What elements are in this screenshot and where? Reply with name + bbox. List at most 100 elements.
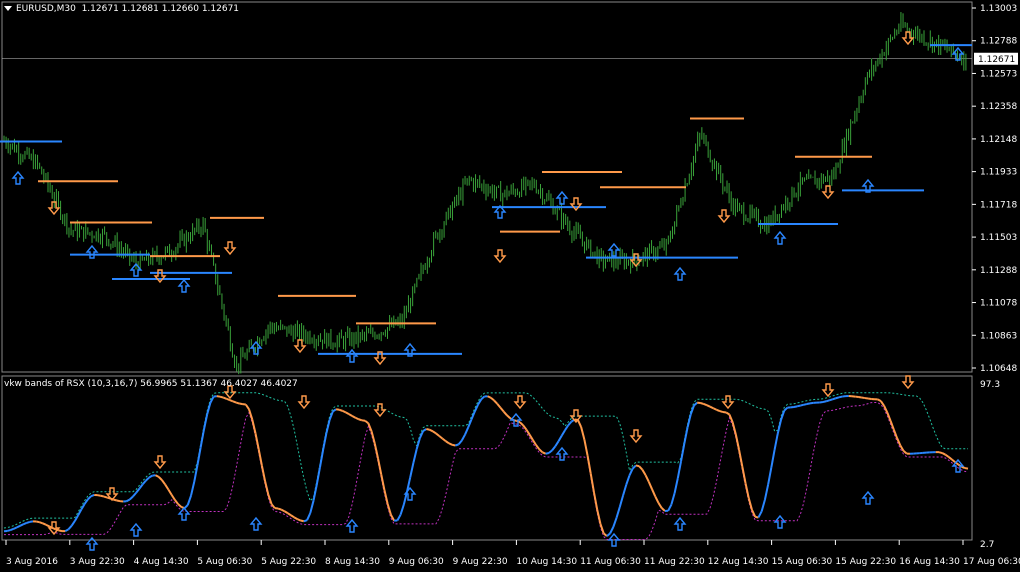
rsx-segment [415, 437, 421, 450]
rsx-segment [493, 399, 499, 405]
up-arrow-icon [673, 266, 687, 281]
rsx-segment [36, 520, 40, 524]
time-tick-label: 11 Aug 06:30 [580, 557, 641, 567]
price-tick-label: 1.12358 [980, 102, 1017, 112]
rsx-segment [338, 408, 343, 412]
time-tick-label: 3 Aug 22:30 [70, 557, 125, 567]
dropdown-triangle-icon[interactable] [4, 6, 12, 11]
rsx-segment [183, 504, 189, 509]
rsx-segment [496, 403, 502, 409]
rsx-segment [170, 494, 176, 501]
indicator-up-arrow-icon [555, 446, 569, 461]
rsx-segment [386, 503, 392, 515]
indicator-down-arrow-icon [721, 395, 735, 410]
rsx-segment [277, 507, 282, 511]
indicator-up-arrow-icon [673, 516, 687, 531]
time-tick-label: 9 Aug 22:30 [453, 557, 508, 567]
rsx-segment [961, 465, 966, 469]
rsx-segment [631, 464, 637, 470]
rsx-segment [158, 476, 163, 481]
rsx-segment [445, 440, 450, 445]
rsx-segment [22, 521, 27, 526]
indicator-readout: vkw bands of RSX (10,3,16,7) 56.9965 51.… [4, 379, 298, 389]
rsx-segment [226, 397, 231, 401]
rsx-segment [657, 502, 663, 509]
rsx-segment [303, 519, 308, 523]
price-plot [0, 12, 972, 375]
rsx-segment [342, 409, 347, 414]
rsx-segment [654, 496, 660, 504]
rsx-segment [351, 415, 356, 419]
rsx-segment [244, 403, 250, 410]
rsx-segment [435, 432, 440, 437]
price-tick-label: 1.10648 [980, 364, 1017, 374]
rsx-segment [264, 481, 270, 496]
rsx-segment [332, 408, 337, 413]
rsx-segment [603, 532, 608, 537]
rsx-segment [113, 498, 118, 502]
rsx-segment [155, 474, 160, 478]
rsx-segment [612, 517, 618, 528]
rsx-segment [348, 413, 353, 417]
indicator-down-arrow-icon [297, 395, 311, 410]
indicator-up-arrow-icon [861, 490, 875, 505]
rsx-segment [793, 405, 798, 408]
up-arrow-icon [85, 244, 99, 259]
rsx-segment [763, 484, 770, 501]
rsx-segment [67, 525, 73, 530]
rsx-segment [767, 467, 773, 485]
time-tick-label: 3 Aug 2016 [6, 557, 58, 567]
price-tick-label: 1.12148 [980, 135, 1017, 145]
rsx-segment [519, 421, 524, 426]
rsx-segment [725, 411, 730, 416]
rsx-segment [825, 399, 830, 403]
rsx-segment [580, 426, 586, 440]
rsx-segment [647, 481, 653, 490]
rsx-segment [270, 503, 276, 509]
indicator-down-arrow-icon [153, 455, 167, 470]
indicator-plot [3, 375, 969, 551]
rsx-segment [103, 495, 108, 499]
rsx-segment [625, 475, 631, 486]
rsx-segment [441, 437, 447, 442]
rsx-segment [618, 495, 624, 508]
main-chart-header[interactable]: EURUSD,M30 1.12671 1.12681 1.12660 1.126… [4, 4, 239, 14]
rsx-segment [209, 396, 215, 404]
rsx-segment [161, 479, 167, 486]
rsx-segment [132, 492, 137, 498]
rsx-segment [609, 526, 615, 534]
rsx-segment [622, 484, 628, 496]
rsx-segment [174, 499, 179, 505]
rsx-segment [229, 399, 234, 403]
rsx-segment [938, 451, 943, 454]
price-tick-label: 1.13003 [980, 4, 1017, 14]
rsx-segment [709, 405, 714, 410]
price-tick-label: 1.10863 [980, 331, 1017, 341]
rsx-segment [426, 428, 430, 431]
rsx-segment [783, 406, 789, 412]
time-tick-label: 5 Aug 22:30 [261, 557, 316, 567]
indicator-up-arrow-icon [129, 522, 143, 537]
rsx-segment [116, 499, 121, 503]
rsx-segment [770, 449, 776, 468]
rsx-segment [358, 418, 363, 422]
rsx-segment [473, 404, 479, 413]
rsx-segment [589, 473, 595, 493]
rsx-segment [177, 503, 182, 508]
rsx-segment [141, 479, 147, 486]
rsx-segment [557, 435, 563, 442]
chart-canvas[interactable]: 1.13003 1.12788 1.12573 1.12358 1.12148 1.119… [0, 0, 1020, 572]
rsx-segment [490, 396, 495, 402]
rsx-segment [328, 411, 334, 421]
rsx-segment [480, 395, 486, 401]
down-arrow-icon [569, 197, 583, 212]
rsx-segment [560, 429, 566, 437]
price-tick-label: 1.11288 [980, 266, 1017, 276]
rsx-segment [806, 402, 811, 406]
rsx-segment [315, 467, 321, 486]
rsx-segment [39, 521, 44, 525]
rsx-segment [599, 523, 605, 534]
rsx-segment [638, 465, 644, 471]
rsx-segment [667, 504, 673, 512]
rsx-segment [10, 527, 15, 532]
